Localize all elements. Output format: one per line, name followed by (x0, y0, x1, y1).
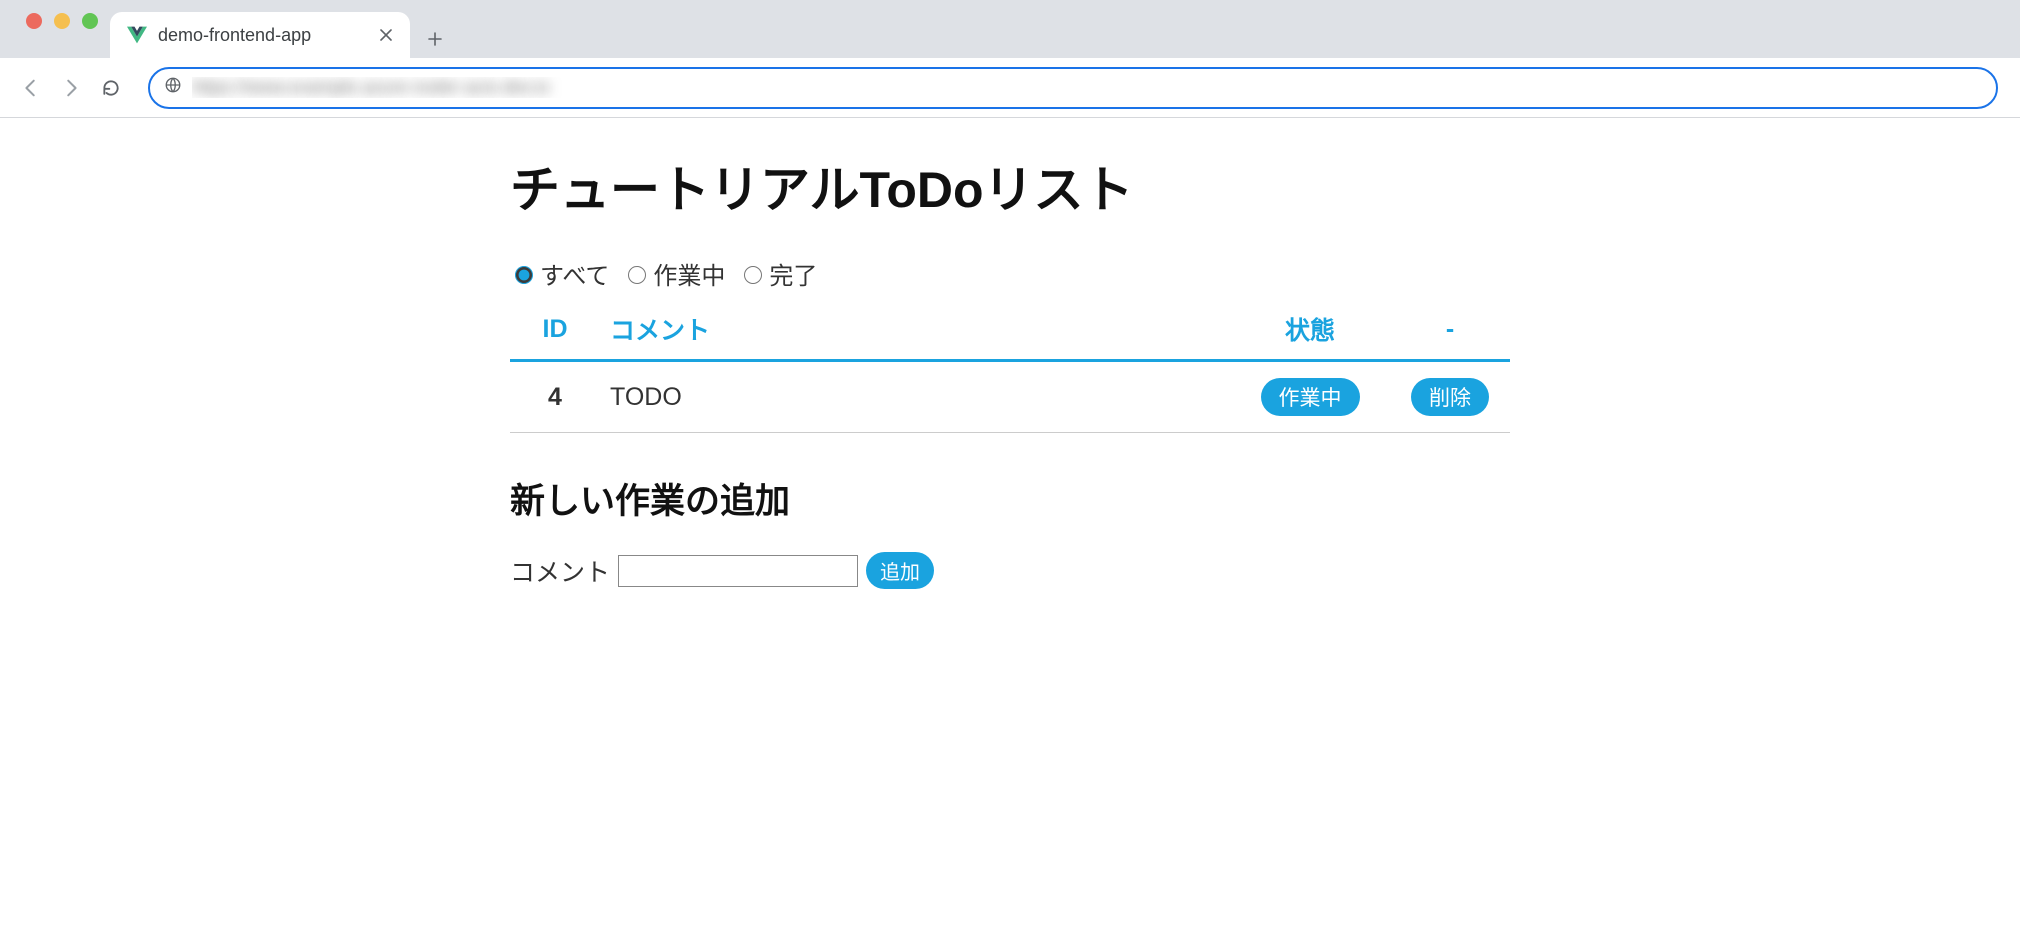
filter-radio-working[interactable] (628, 266, 646, 284)
window-minimize-button[interactable] (54, 13, 70, 29)
delete-button[interactable]: 削除 (1411, 378, 1489, 416)
filter-radio-done[interactable] (744, 266, 762, 284)
add-label: コメント (510, 553, 610, 589)
add-button[interactable]: 追加 (866, 552, 934, 589)
cell-comment: TODO (600, 361, 1230, 433)
window-traffic-lights (10, 13, 110, 45)
add-heading: 新しい作業の追加 (510, 473, 1510, 524)
add-form: コメント 追加 (510, 552, 1510, 589)
filter-option-all[interactable]: すべて (510, 256, 609, 291)
filter-label: 作業中 (653, 256, 725, 291)
tab-title: demo-frontend-app (158, 25, 366, 46)
todo-app: チュートリアルToDoリスト すべて 作業中 完了 ID コメント 状態 (510, 150, 1510, 589)
forward-button[interactable] (54, 71, 88, 105)
page-title: チュートリアルToDoリスト (510, 150, 1510, 222)
browser-tab[interactable]: demo-frontend-app (110, 12, 410, 58)
globe-icon (164, 76, 182, 99)
col-header-state: 状態 (1230, 297, 1390, 361)
todo-table: ID コメント 状態 - 4 TODO 作業中 削除 (510, 297, 1510, 433)
filter-radio-all[interactable] (515, 266, 533, 284)
tab-close-button[interactable] (376, 23, 396, 48)
filter-label: 完了 (769, 256, 817, 291)
new-tab-button[interactable] (416, 20, 454, 58)
window-maximize-button[interactable] (82, 13, 98, 29)
table-row: 4 TODO 作業中 削除 (510, 361, 1510, 433)
page-viewport: チュートリアルToDoリスト すべて 作業中 完了 ID コメント 状態 (0, 118, 2020, 613)
col-header-id: ID (510, 297, 600, 361)
reload-button[interactable] (94, 71, 128, 105)
address-bar[interactable]: https://www.example.azure-noder-acis-dev… (148, 67, 1998, 109)
vue-icon (126, 24, 148, 46)
filter-option-working[interactable]: 作業中 (623, 256, 725, 291)
comment-input[interactable] (618, 555, 858, 587)
back-button[interactable] (14, 71, 48, 105)
browser-toolbar: https://www.example.azure-noder-acis-dev… (0, 58, 2020, 118)
filter-radio-group: すべて 作業中 完了 (510, 256, 1510, 291)
col-header-comment: コメント (600, 297, 1230, 361)
window-close-button[interactable] (26, 13, 42, 29)
browser-chrome: demo-frontend-app https://www.ex (0, 0, 2020, 118)
filter-option-done[interactable]: 完了 (739, 256, 817, 291)
col-header-dash: - (1390, 297, 1510, 361)
cell-id: 4 (510, 361, 600, 433)
tab-strip: demo-frontend-app (0, 0, 2020, 58)
filter-label: すべて (540, 256, 609, 291)
state-button[interactable]: 作業中 (1261, 378, 1360, 416)
address-bar-url: https://www.example.azure-noder-acis-dev… (192, 77, 1982, 98)
